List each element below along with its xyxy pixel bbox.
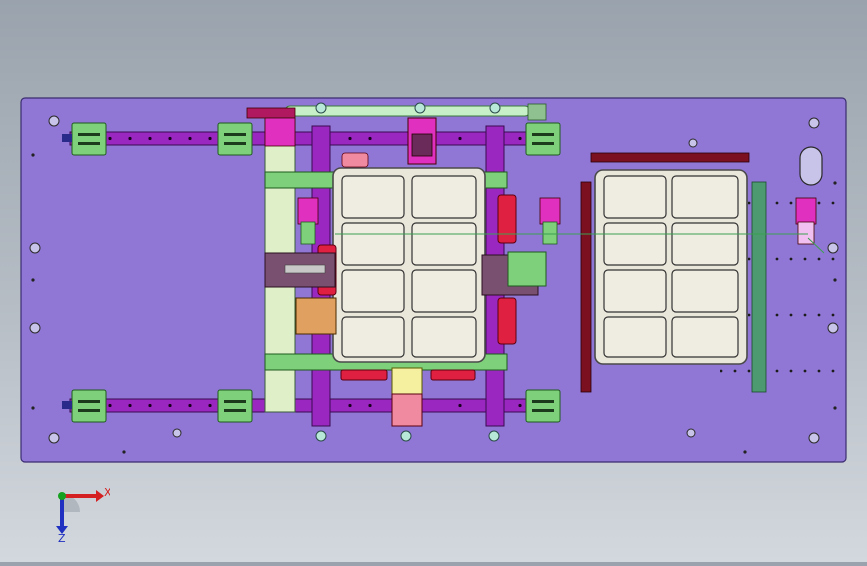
slot-hole — [799, 146, 823, 186]
top-shaft-end-right — [527, 103, 547, 121]
top-center-clamp-inner — [411, 133, 433, 157]
left-slider-block[interactable] — [295, 297, 337, 335]
top-shaft-collar-left — [246, 107, 296, 119]
cad-graphics-viewport[interactable]: X Z — [0, 0, 867, 562]
triad-x-label: X — [104, 486, 110, 499]
triad-z-label: Z — [58, 532, 66, 544]
bottom-center-block[interactable] — [391, 393, 423, 427]
cylinder-left-rod — [284, 264, 326, 274]
bracket-middle-sensor-base — [542, 221, 558, 245]
teal-side-bar[interactable] — [751, 181, 767, 393]
bracket-left-sensor[interactable] — [297, 197, 319, 225]
coordinate-triad: X Z — [56, 486, 110, 544]
triad-y-axis — [58, 492, 66, 500]
dark-red-side-bar[interactable] — [580, 181, 592, 393]
bottom-center-plate[interactable] — [391, 367, 423, 395]
bracket-left-sensor-base — [300, 221, 316, 245]
cylinder-right-block — [507, 251, 547, 287]
top-pink-handle[interactable] — [341, 152, 369, 168]
bracket-right-sensor[interactable] — [795, 197, 817, 225]
dark-red-top-bar — [590, 152, 750, 163]
bracket-middle-sensor[interactable] — [539, 197, 561, 225]
left-support-cap — [264, 117, 296, 147]
triad-x-arrow — [96, 490, 104, 502]
assembly-drawing[interactable] — [0, 0, 867, 562]
